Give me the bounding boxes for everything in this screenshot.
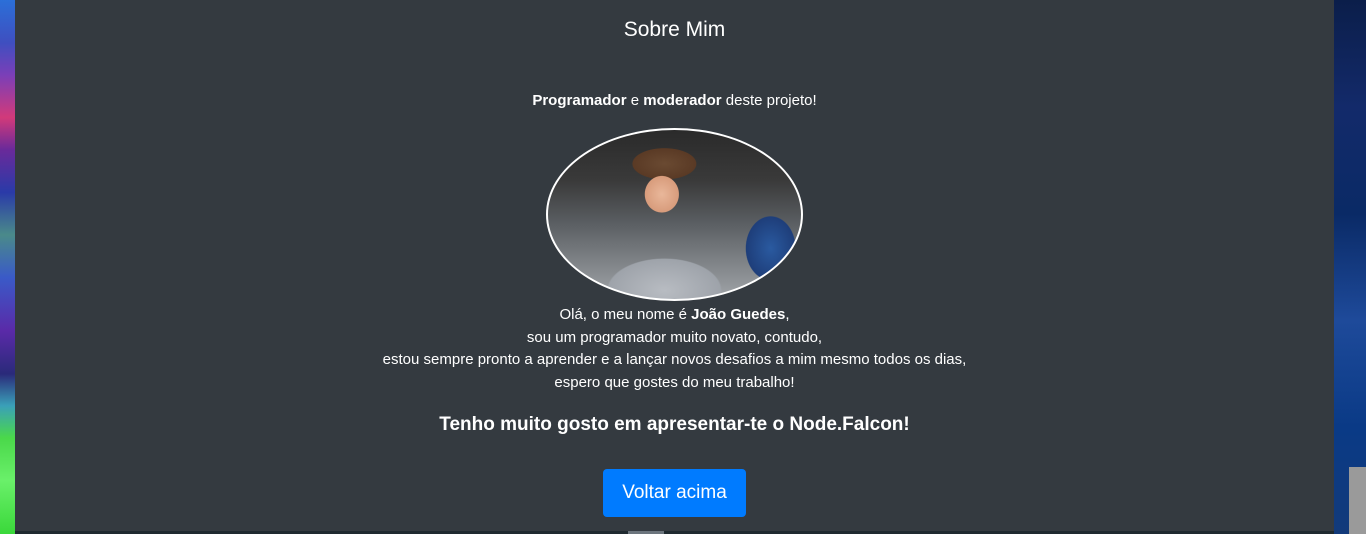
section-title: Sobre Mim [623, 18, 726, 41]
profile-photo [546, 128, 803, 301]
desktop-background-right [1334, 0, 1366, 534]
back-to-top-button[interactable]: Voltar acima [603, 469, 746, 517]
intro-text: Olá, o meu nome é João Guedes, sou um pr… [15, 304, 1334, 394]
intro-line-2: sou um programador muito novato, contudo… [526, 328, 823, 346]
role-connector: e [626, 92, 644, 109]
desktop-background-left [0, 0, 15, 534]
intro-line-3: estou sempre pronto a aprender e a lança… [382, 351, 967, 368]
role-suffix: deste projeto! [721, 92, 817, 109]
role-word-moderator: moderador [643, 92, 722, 109]
tagline: Tenho muito gosto em apresentar-te o Nod… [439, 414, 910, 435]
intro-line-1: Olá, o meu nome é João Guedes, [15, 304, 1334, 327]
intro-line-4: espero que gostes do meu trabalho! [554, 373, 795, 391]
role-text: Programador e moderador deste projeto! [15, 92, 1334, 109]
role-word-programmer: Programador [532, 92, 627, 109]
author-name: João Guedes [691, 306, 786, 323]
intro-comma: , [785, 306, 790, 323]
scrollbar-thumb[interactable] [1349, 467, 1366, 534]
intro-greeting: Olá, o meu nome é [559, 306, 692, 323]
about-section: Sobre Mim Programador e moderador deste … [15, 0, 1334, 531]
